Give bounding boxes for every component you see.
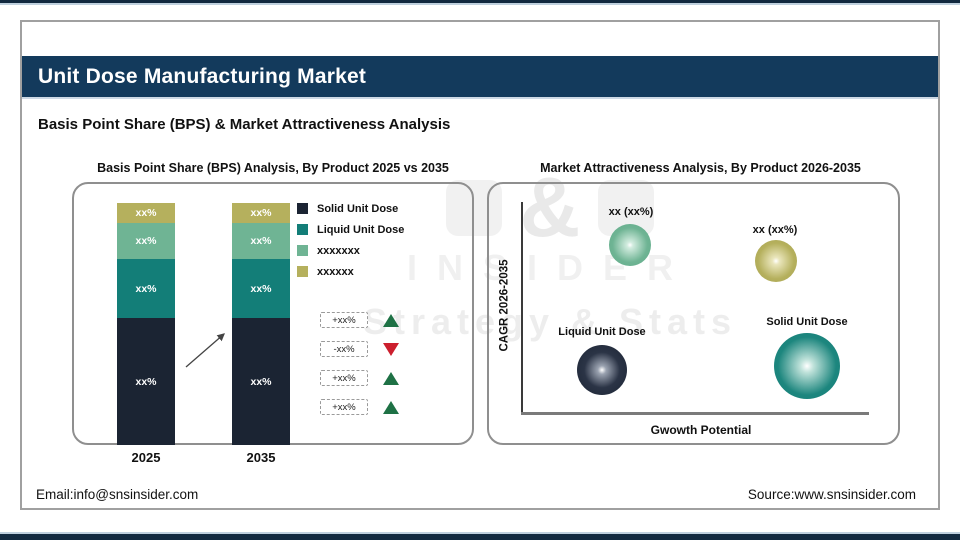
source-text: Source:www.snsinsider.com	[747, 487, 916, 502]
change-row: -xx%	[320, 341, 399, 357]
legend-label: Liquid Unit Dose	[317, 223, 405, 236]
legend-label: Solid Unit Dose	[317, 202, 399, 215]
change-row: +xx%	[320, 312, 399, 328]
x-tick-2025: 2025	[131, 450, 161, 465]
contact-email-text: Email:info@snsinsider.com	[36, 487, 199, 502]
legend-item-xxxxxxx: xxxxxxx	[297, 244, 404, 257]
legend-swatch	[297, 245, 308, 256]
bar-segment-liquid-unit-dose: xx%	[232, 259, 290, 318]
change-value-box: +xx%	[320, 399, 368, 415]
segment-value: xx%	[135, 207, 157, 219]
bubble-label: xx (xx%)	[752, 224, 798, 236]
y-axis-label: CAGR 2026-2035	[498, 259, 511, 352]
segment-value: xx%	[250, 375, 272, 388]
title-band: Unit Dose Manufacturing Market	[22, 56, 938, 99]
legend-label: xxxxxxx	[317, 244, 360, 257]
arrow-down-icon	[383, 342, 399, 356]
growth-arrow-icon	[185, 333, 225, 368]
bar-segment-solid-unit-dose: xx%	[117, 318, 175, 445]
legend-swatch	[297, 224, 308, 235]
change-row: +xx%	[320, 399, 399, 415]
bubble-label: Solid Unit Dose	[766, 316, 848, 328]
top-border-band	[0, 0, 960, 5]
segment-value: xx%	[135, 235, 157, 247]
legend-label: xxxxxx	[317, 265, 354, 278]
bar-segment-liquid-unit-dose: xx%	[117, 259, 175, 318]
legend-item-xxxxxx: xxxxxx	[297, 265, 404, 278]
legend-swatch	[297, 266, 308, 277]
bar-segment-solid-unit-dose: xx%	[232, 318, 290, 445]
segment-value: xx%	[135, 375, 157, 388]
attractiveness-chart-panel	[487, 182, 900, 445]
page-subtitle: Basis Point Share (BPS) & Market Attract…	[38, 116, 451, 133]
change-value-box: +xx%	[320, 312, 368, 328]
bps-chart-title: Basis Point Share (BPS) Analysis, By Pro…	[97, 161, 449, 175]
arrow-up-icon	[383, 313, 399, 327]
bubble-liquid-unit-dose	[577, 345, 627, 395]
x-axis-line	[521, 412, 869, 415]
segment-value: xx%	[250, 207, 272, 219]
bps-legend: Solid Unit Dose Liquid Unit Dose xxxxxxx…	[297, 202, 405, 278]
bar-segment-xxxxxxx: xx%	[117, 223, 175, 259]
legend-item-liquid-unit-dose: Liquid Unit Dose	[297, 223, 405, 236]
change-row: +xx%	[320, 370, 399, 386]
bubble-xxxxxx	[755, 240, 797, 282]
bubble-label: Liquid Unit Dose	[558, 326, 646, 338]
bottom-border-band	[0, 532, 960, 540]
page-title: Unit Dose Manufacturing Market	[38, 64, 367, 88]
bubble-solid-unit-dose	[774, 333, 840, 399]
segment-value: xx%	[250, 235, 272, 247]
y-axis-line	[521, 202, 523, 414]
x-axis-label: Gwowth Potential	[650, 423, 752, 437]
bps-change-indicators: +xx% -xx% +xx% +xx%	[320, 312, 399, 415]
bubble-label: xx (xx%)	[608, 206, 654, 218]
stacked-bar-2025: xx% xx% xx% xx%	[117, 203, 175, 445]
stacked-bar-2035: xx% xx% xx% xx%	[232, 203, 290, 445]
bubble-xxxxxxx	[609, 224, 651, 266]
change-value-box: -xx%	[320, 341, 368, 357]
bar-segment-xxxxxx: xx%	[117, 203, 175, 223]
legend-swatch	[297, 203, 308, 214]
x-tick-2035: 2035	[246, 450, 276, 465]
legend-item-solid-unit-dose: Solid Unit Dose	[297, 202, 404, 215]
change-value-box: +xx%	[320, 370, 368, 386]
arrow-up-icon	[383, 371, 399, 385]
arrow-up-icon	[383, 400, 399, 414]
bar-segment-xxxxxxx: xx%	[232, 223, 290, 259]
bar-segment-xxxxxx: xx%	[232, 203, 290, 223]
segment-value: xx%	[250, 282, 272, 295]
segment-value: xx%	[135, 282, 157, 295]
attractiveness-chart-title: Market Attractiveness Analysis, By Produ…	[540, 161, 861, 175]
